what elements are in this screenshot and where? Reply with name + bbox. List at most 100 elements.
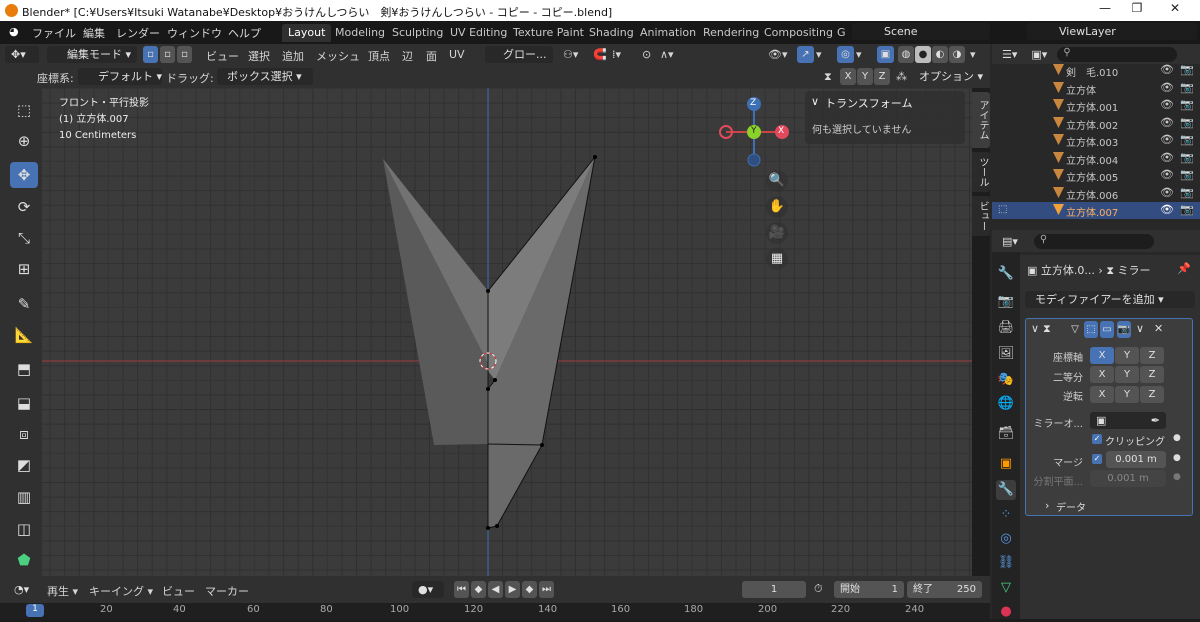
render-camera-icon[interactable]: 📷: [1180, 81, 1194, 94]
cursor-icon[interactable]: ⊕: [10, 128, 38, 154]
properties-editor-icon[interactable]: ▤▾: [1002, 235, 1018, 248]
bisect-z-button[interactable]: Z: [1140, 366, 1164, 383]
merge-checkbox[interactable]: ✓: [1092, 454, 1102, 464]
rotate-tool-icon[interactable]: ⟳: [10, 194, 38, 220]
visibility-eye-icon[interactable]: 👁: [1160, 186, 1174, 199]
outliner-row[interactable]: 立方体.006 👁 📷: [1036, 185, 1200, 202]
constraints-props-icon[interactable]: ⛓: [996, 553, 1016, 573]
axis-x-button[interactable]: X: [1090, 347, 1114, 364]
jump-start-icon[interactable]: ⏮: [454, 581, 469, 598]
tab-modeling[interactable]: Modeling: [329, 24, 391, 42]
edit-mode-cage-icon[interactable]: ▽: [1068, 321, 1082, 338]
end-frame-field[interactable]: 終了 250: [907, 581, 982, 598]
mode-dropdown[interactable]: 編集モード ▾: [47, 46, 137, 63]
poly-build-tool-icon[interactable]: ⬟: [10, 547, 38, 573]
shading-material-icon[interactable]: ◐: [932, 46, 948, 63]
render-camera-icon[interactable]: 📷: [1180, 63, 1194, 76]
axis-y-button[interactable]: Y: [1115, 347, 1139, 364]
overlay-toggle-icon[interactable]: ◎: [837, 46, 854, 63]
select-box-icon[interactable]: ⬚: [10, 97, 38, 123]
add-modifier-dropdown[interactable]: モディファイアーを追加 ▾: [1025, 291, 1195, 308]
shading-rendered-icon[interactable]: ◑: [949, 46, 965, 63]
tool-props-icon[interactable]: 🔧: [996, 264, 1016, 284]
outliner-row[interactable]: 立方体.005 👁 📷: [1036, 167, 1200, 184]
gizmo-toggle-icon[interactable]: ↗: [797, 46, 814, 63]
keyframe-dot-icon[interactable]: ●: [1173, 433, 1181, 443]
render-camera-icon[interactable]: 📷: [1180, 116, 1194, 129]
header-menu-mesh[interactable]: メッシュ: [316, 48, 360, 64]
keyframe-dot-icon[interactable]: ●: [1173, 453, 1181, 463]
sidebar-tab-tool[interactable]: ツール: [972, 152, 990, 192]
tab-sculpting[interactable]: Sculpting: [386, 24, 449, 42]
menu-render[interactable]: レンダー: [116, 25, 160, 41]
annotate-tool-icon[interactable]: ✎: [10, 291, 38, 317]
knife-tool-icon[interactable]: ◫: [10, 516, 38, 542]
collection-props-icon[interactable]: 🗃: [996, 424, 1016, 444]
editmode-toggle-icon[interactable]: ⬚: [1084, 321, 1098, 338]
panel-collapse-icon[interactable]: ∨: [1031, 322, 1039, 335]
visibility-eye-icon[interactable]: 👁: [1160, 133, 1174, 146]
axis-z-button[interactable]: Z: [1140, 347, 1164, 364]
auto-merge-icon[interactable]: ⁂: [896, 70, 907, 83]
display-mode-icon[interactable]: ▣▾: [1031, 48, 1047, 61]
move-tool-icon[interactable]: ✥: [10, 162, 38, 188]
overlay-dropdown-icon[interactable]: ▾: [856, 48, 862, 61]
tab-more[interactable]: G: [831, 24, 852, 42]
menu-window[interactable]: ウィンドウ: [167, 25, 222, 41]
3d-viewport[interactable]: フロント・平行投影 (1) 立方体.007 10 Centimeters: [42, 88, 972, 576]
menu-edit[interactable]: 編集: [83, 25, 105, 41]
pin-icon[interactable]: 📌: [1177, 262, 1191, 275]
properties-search-input[interactable]: ⚲: [1033, 233, 1154, 249]
maximize-icon[interactable]: ❐: [1122, 1, 1152, 19]
mirror-y-button[interactable]: Y: [857, 68, 873, 85]
playhead[interactable]: 1: [26, 604, 44, 617]
tab-texture-paint[interactable]: Texture Paint: [507, 24, 590, 42]
modifier-props-icon[interactable]: 🔧: [996, 480, 1016, 500]
transform-orientation-dropdown[interactable]: グロー...: [485, 46, 553, 63]
render-camera-icon[interactable]: 📷: [1180, 186, 1194, 199]
header-menu-face[interactable]: 面: [426, 48, 437, 64]
edge-select-button[interactable]: ▫: [160, 46, 175, 63]
eyedropper-icon[interactable]: ✒: [1151, 412, 1160, 429]
view-object-types-icon[interactable]: 👁▾: [768, 48, 788, 61]
visibility-eye-icon[interactable]: 👁: [1160, 63, 1174, 76]
render-camera-icon[interactable]: 📷: [1180, 168, 1194, 181]
data-subpanel-label[interactable]: データ: [1056, 499, 1086, 514]
timeline-ruler[interactable]: 1 20 40 60 80 100 120 140 160 180 200 22…: [0, 603, 990, 619]
render-camera-icon[interactable]: 📷: [1180, 98, 1194, 111]
outliner-row[interactable]: 剣 毛.010 👁 📷: [1036, 62, 1200, 79]
add-cube-tool-icon[interactable]: ⬒: [10, 356, 38, 382]
keying-menu[interactable]: キーイング ▾: [89, 583, 153, 599]
visibility-eye-icon[interactable]: 👁: [1160, 168, 1174, 181]
view-layer-props-icon[interactable]: 🖼: [996, 344, 1016, 364]
remove-modifier-icon[interactable]: ✕: [1154, 322, 1163, 335]
auto-keying-toggle-icon[interactable]: ●▾: [412, 581, 444, 598]
outliner-editor-icon[interactable]: ☰▾: [1002, 48, 1017, 61]
gizmo-dropdown-icon[interactable]: ▾: [816, 48, 822, 61]
merge-distance-field[interactable]: 0.001 m: [1106, 451, 1166, 468]
tab-animation[interactable]: Animation: [634, 24, 702, 42]
physics-props-icon[interactable]: ◎: [996, 529, 1016, 549]
particles-props-icon[interactable]: ⁘: [996, 505, 1016, 525]
blender-menu-icon[interactable]: ◕: [9, 25, 19, 38]
xray-toggle-icon[interactable]: ▣: [877, 46, 894, 63]
modifier-menu-icon[interactable]: ∨: [1136, 322, 1144, 335]
outliner-row[interactable]: 立方体.002 👁 📷: [1036, 115, 1200, 132]
flip-x-button[interactable]: X: [1090, 386, 1114, 403]
visibility-eye-icon[interactable]: 👁: [1160, 81, 1174, 94]
falloff-icon[interactable]: ∧▾: [660, 48, 674, 61]
mirror-x-button[interactable]: X: [840, 68, 856, 85]
timeline-editor-type-icon[interactable]: ◔▾: [8, 581, 36, 598]
clipping-checkbox[interactable]: ✓: [1092, 434, 1102, 444]
bevel-tool-icon[interactable]: ◩: [10, 452, 38, 478]
render-camera-icon[interactable]: 📷: [1180, 151, 1194, 164]
data-expand-icon[interactable]: ›: [1045, 499, 1049, 512]
shading-wireframe-icon[interactable]: ◍: [898, 46, 914, 63]
viewlayer-selector[interactable]: ViewLayer: [1027, 23, 1197, 40]
flip-z-button[interactable]: Z: [1140, 386, 1164, 403]
visibility-eye-icon[interactable]: 👁: [1160, 151, 1174, 164]
object-props-icon[interactable]: ▣: [996, 454, 1016, 474]
shading-solid-icon[interactable]: ●: [915, 46, 931, 63]
proportional-edit-icon[interactable]: ⊙: [642, 48, 651, 61]
jump-next-key-icon[interactable]: ◆: [522, 581, 537, 598]
